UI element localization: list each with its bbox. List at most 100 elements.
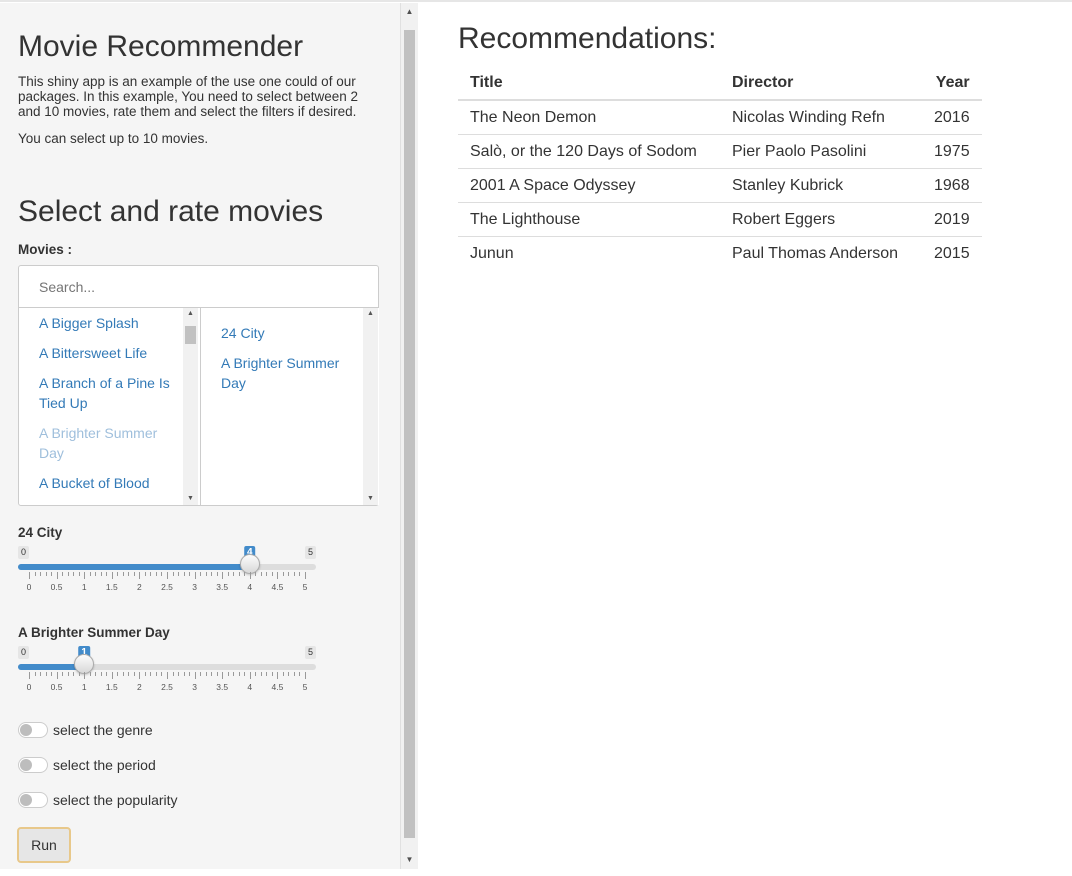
slider-tick [178, 572, 180, 576]
slider-tick-label: 1.5 [105, 682, 118, 692]
slider-tick-label: 0.5 [50, 582, 63, 592]
available-list-scrollbar[interactable]: ▲ ▼ [183, 308, 198, 505]
movie-option[interactable]: A Bucket of Blood [39, 473, 179, 493]
slider-handle[interactable] [239, 554, 260, 574]
cell-director: Robert Eggers [720, 202, 922, 237]
slider-tick [233, 672, 235, 676]
cell-title: The Lighthouse [458, 202, 720, 237]
slider-tick [172, 572, 174, 576]
slider-tick [205, 572, 207, 576]
slider-handle[interactable] [74, 654, 95, 674]
cell-title: Salò, or the 120 Days of Sodom [458, 134, 720, 169]
slider-tick [299, 672, 301, 676]
slider-tick [84, 672, 86, 679]
slider-tick [106, 672, 108, 676]
selected-movie[interactable]: 24 City [221, 323, 361, 343]
slider-tick [255, 572, 257, 576]
slider-tick [122, 672, 124, 676]
scroll-down-icon[interactable]: ▼ [363, 493, 378, 505]
toggle-knob [20, 759, 32, 771]
slider-tick [62, 572, 64, 576]
selected-movie[interactable]: A Brighter Summer Day [221, 353, 361, 393]
scroll-up-icon[interactable]: ▲ [401, 5, 418, 19]
slider-tick [293, 672, 295, 676]
selection-limit-note: You can select up to 10 movies. [18, 131, 209, 146]
cell-director: Pier Paolo Pasolini [720, 134, 922, 169]
slider-tick [167, 572, 168, 579]
slider-tick-label: 2 [137, 582, 142, 592]
movie-search-input[interactable] [19, 266, 378, 307]
selected-movies-list: 24 City A Brighter Summer Day ▲ ▼ [200, 308, 379, 505]
scroll-down-icon[interactable]: ▼ [401, 853, 418, 867]
slider-tick [211, 672, 213, 676]
slider-tick [73, 672, 75, 676]
slider-tick [222, 672, 224, 679]
slider-fill [18, 564, 250, 570]
movie-option[interactable]: A Bigger Splash [39, 313, 179, 333]
rating-slider[interactable]: 0 5 4 0 0.5 1 1.5 2 2.5 3 3.5 4 4.5 5 [18, 546, 316, 606]
slider-tick [45, 672, 47, 676]
movie-option[interactable]: A Bittersweet Life [39, 343, 179, 363]
movie-picker: A Bigger Splash A Bittersweet Life A Bra… [18, 265, 379, 506]
slider-tick [100, 572, 102, 576]
slider-tick [34, 572, 36, 576]
slider-tick [282, 672, 284, 676]
slider-tick [150, 672, 152, 676]
selected-list-scrollbar[interactable]: ▲ ▼ [363, 308, 378, 505]
rating-label-24-city: 24 City [18, 525, 63, 540]
toggle-switch[interactable] [18, 722, 48, 738]
slider-tick [106, 572, 108, 576]
rating-slider[interactable]: 0 5 1 0 0.5 1 1.5 2 2.5 3 3.5 4 4.5 5 [18, 646, 316, 706]
sidebar-panel: Movie Recommender This shiny app is an e… [0, 3, 401, 869]
slider-tick [282, 572, 284, 576]
slider-tick [216, 572, 218, 576]
cell-year: 2019 [922, 202, 982, 237]
scroll-thumb[interactable] [185, 326, 196, 344]
slider-tick [189, 672, 191, 676]
slider-tick [29, 672, 30, 679]
slider-track[interactable] [18, 564, 316, 570]
slider-tick [277, 672, 279, 679]
toggle-label: select the popularity [53, 792, 178, 808]
cell-title: 2001 A Space Odyssey [458, 168, 720, 203]
slider-tick [67, 672, 69, 676]
app-description: This shiny app is an example of the use … [18, 74, 358, 119]
slider-tick-label: 0 [26, 682, 32, 692]
slider-max-label: 5 [304, 646, 316, 659]
slider-tick [194, 572, 196, 579]
cell-title: The Neon Demon [458, 99, 720, 135]
scroll-down-icon[interactable]: ▼ [183, 493, 198, 505]
slider-tick-label: 3.5 [216, 682, 229, 692]
slider-tick [111, 672, 113, 679]
column-header-year: Year [922, 66, 982, 101]
slider-tick [305, 572, 306, 579]
slider-tick [178, 672, 180, 676]
slider-tick [255, 672, 257, 676]
slider-tick [144, 672, 146, 676]
sidebar-scrollbar[interactable]: ▲ ▼ [400, 3, 418, 869]
section-title: Select and rate movies [18, 195, 324, 228]
toggle-switch[interactable] [18, 757, 48, 773]
run-button[interactable]: Run [17, 827, 71, 863]
slider-tick [139, 572, 141, 579]
slider-tick-label: 2 [137, 682, 142, 692]
scroll-up-icon[interactable]: ▲ [183, 308, 198, 320]
slider-tick-label: 5 [302, 682, 308, 692]
slider-tick [288, 572, 290, 576]
slider-tick-label: 5 [302, 582, 308, 592]
table-row: The Lighthouse Robert Eggers 2019 [458, 202, 982, 237]
scroll-thumb[interactable] [404, 30, 415, 838]
slider-tick [161, 572, 163, 576]
toggle-switch[interactable] [18, 792, 48, 808]
scroll-up-icon[interactable]: ▲ [363, 308, 378, 320]
recommendations-title: Recommendations: [458, 22, 717, 55]
slider-track[interactable] [18, 664, 316, 670]
slider-ticks [18, 672, 316, 680]
toggle-knob [20, 724, 32, 736]
slider-tick [95, 672, 97, 676]
available-movies-list[interactable]: A Bigger Splash A Bittersweet Life A Bra… [19, 308, 200, 505]
movie-option[interactable]: A Branch of a Pine Is Tied Up [39, 373, 179, 413]
slider-min-label: 0 [18, 546, 30, 559]
cell-director: Stanley Kubrick [720, 168, 922, 203]
slider-tick-label: 1.5 [105, 582, 118, 592]
